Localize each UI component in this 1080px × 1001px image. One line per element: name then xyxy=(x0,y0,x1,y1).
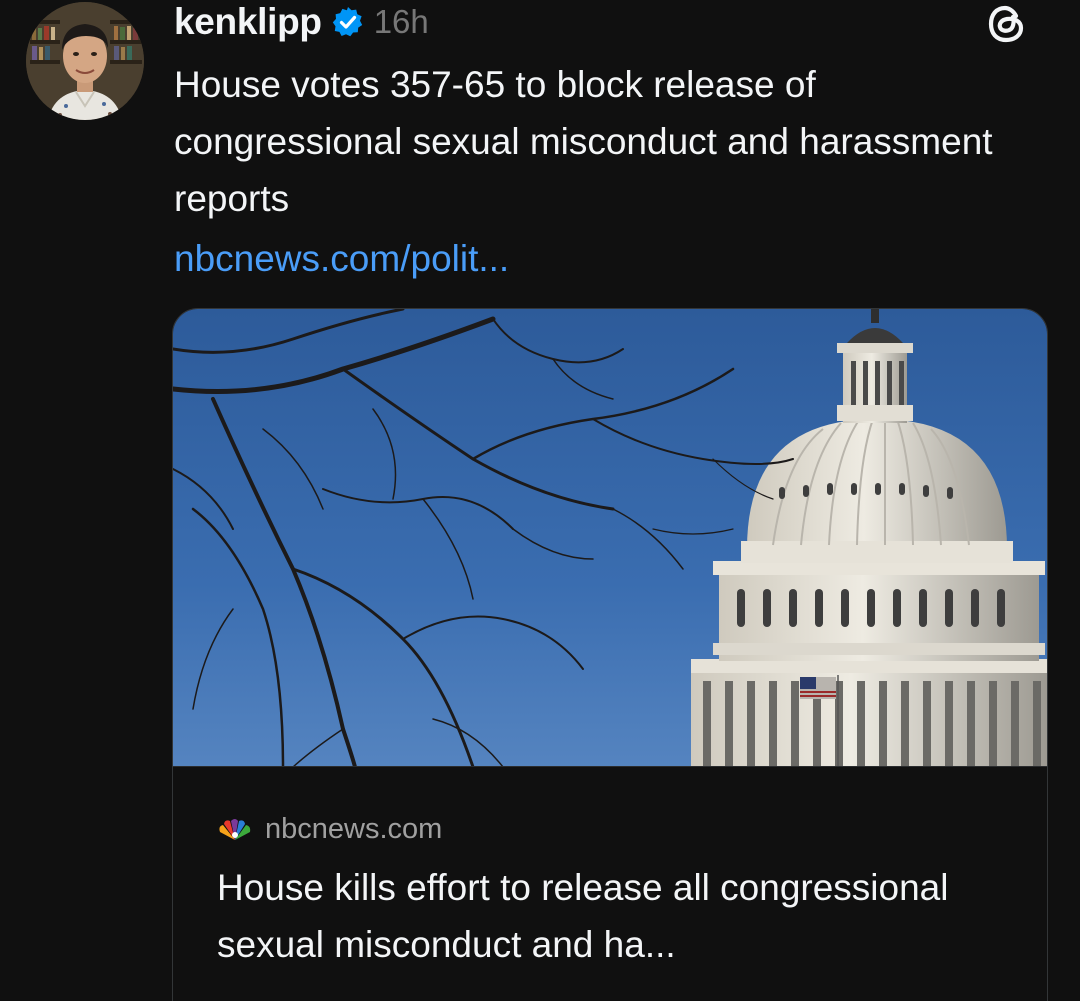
post-link[interactable]: nbcnews.com/polit... xyxy=(174,230,509,287)
nbc-peacock-icon xyxy=(217,818,253,842)
card-title: House kills effort to release all congre… xyxy=(217,867,949,965)
link-preview-card[interactable]: nbcnews.com House kills effort to releas… xyxy=(172,308,1048,1001)
username[interactable]: kenklipp xyxy=(174,1,322,43)
post-header: kenklipp 16h xyxy=(174,0,429,44)
avatar[interactable] xyxy=(26,2,144,120)
source-domain: nbcnews.com xyxy=(265,813,443,845)
threads-logo-icon[interactable] xyxy=(986,2,1028,46)
article-image[interactable] xyxy=(173,309,1047,767)
card-divider xyxy=(173,766,1047,767)
post-text: House votes 357-65 to block release of c… xyxy=(174,64,993,219)
post-timestamp: 16h xyxy=(373,3,429,40)
verified-badge-icon xyxy=(332,6,364,38)
card-source: nbcnews.com xyxy=(217,813,442,846)
